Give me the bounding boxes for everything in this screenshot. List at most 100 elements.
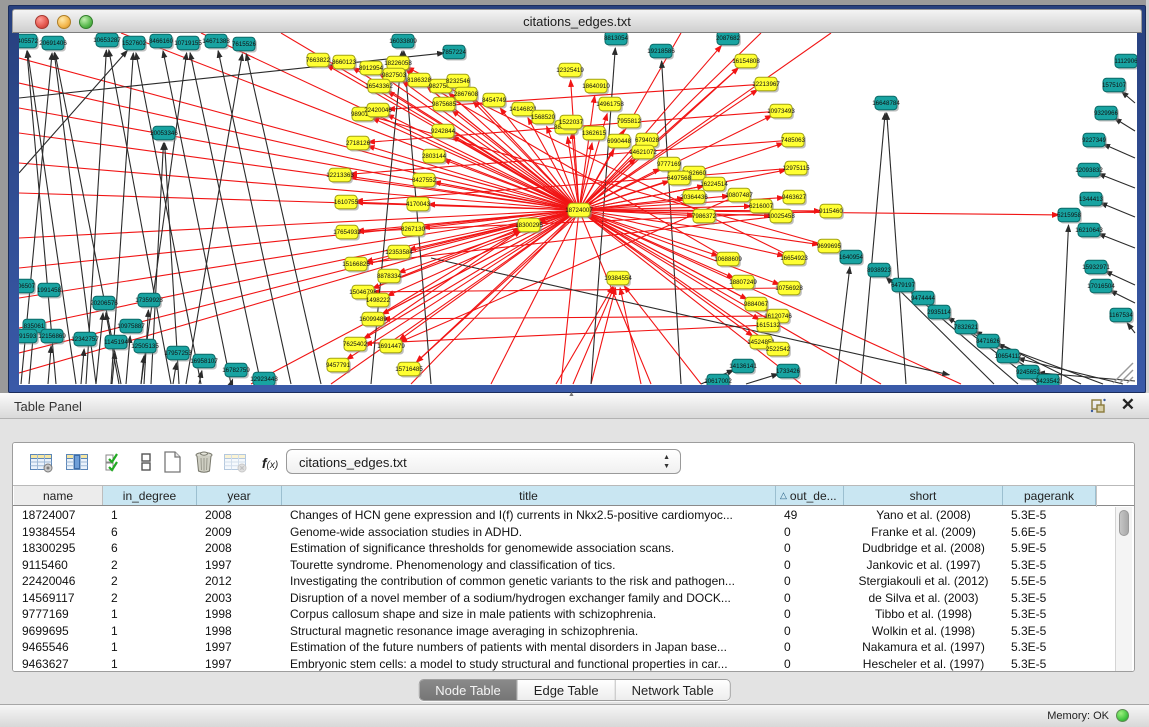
selected-node[interactable]: 4170043 bbox=[406, 197, 431, 212]
node[interactable]: 6479197 bbox=[891, 278, 916, 293]
selected-node[interactable]: 6990448 bbox=[607, 134, 632, 149]
selected-edge[interactable] bbox=[379, 74, 579, 210]
edge[interactable] bbox=[746, 374, 778, 384]
selected-node[interactable]: 22420046 bbox=[364, 103, 392, 118]
tab-node-table[interactable]: Node Table bbox=[419, 680, 518, 700]
selected-node[interactable]: 2803144 bbox=[422, 149, 447, 164]
selected-node[interactable]: 10688609 bbox=[714, 252, 742, 267]
node[interactable]: 1575107 bbox=[1102, 78, 1127, 93]
selected-node[interactable]: 18300295 bbox=[515, 218, 543, 233]
edge[interactable] bbox=[141, 53, 187, 384]
node[interactable]: 14671388 bbox=[202, 34, 230, 49]
selected-node[interactable]: 14621072 bbox=[629, 145, 657, 160]
selected-edge[interactable] bbox=[556, 287, 613, 384]
selected-edge[interactable] bbox=[579, 210, 801, 384]
selected-node[interactable]: 7986372 bbox=[692, 209, 717, 224]
node[interactable]: 16648784 bbox=[872, 96, 900, 111]
network-graph[interactable]: 1872400776638228660123891295418226058982… bbox=[19, 33, 1137, 385]
selected-node[interactable]: 10807487 bbox=[725, 188, 753, 203]
selected-node[interactable]: 7485063 bbox=[781, 133, 806, 148]
node[interactable]: 17016504 bbox=[1087, 279, 1115, 294]
node[interactable]: 1991458 bbox=[37, 283, 62, 298]
selected-node[interactable]: 16099489 bbox=[359, 312, 387, 327]
table-row[interactable]: 969969511998Structural magnetic resonanc… bbox=[13, 623, 1108, 640]
selected-node[interactable]: 16914479 bbox=[377, 339, 405, 354]
table-row[interactable]: 1872400712008Changes of HCN gene express… bbox=[13, 507, 1108, 524]
node[interactable]: 7832621 bbox=[954, 320, 979, 335]
selected-node[interactable]: 1610755 bbox=[334, 195, 359, 210]
scrollbar-thumb[interactable] bbox=[1119, 510, 1129, 536]
node[interactable]: 14136141 bbox=[729, 359, 757, 374]
selected-edge[interactable] bbox=[383, 316, 778, 319]
column-header-name[interactable]: name bbox=[14, 486, 103, 505]
edge[interactable] bbox=[1110, 290, 1135, 303]
node[interactable]: 2935114 bbox=[927, 305, 952, 320]
node[interactable]: 1640954 bbox=[839, 250, 864, 265]
new-column-button[interactable] bbox=[157, 450, 187, 478]
node[interactable]: 16958107 bbox=[190, 354, 218, 369]
node[interactable]: 7857224 bbox=[442, 45, 467, 60]
node[interactable]: 8813054 bbox=[604, 33, 629, 47]
node[interactable]: 1733426 bbox=[776, 364, 801, 379]
node[interactable]: 5215958 bbox=[1057, 208, 1082, 223]
column-visibility-button[interactable] bbox=[63, 450, 93, 478]
select-all-button[interactable] bbox=[99, 450, 129, 478]
table-settings-button[interactable] bbox=[27, 450, 57, 478]
node[interactable]: 7615526 bbox=[232, 37, 257, 52]
selected-node[interactable]: 20364436 bbox=[680, 190, 708, 205]
edge[interactable] bbox=[836, 267, 850, 384]
column-header-out_de[interactable]: △out_de... bbox=[776, 486, 844, 505]
table-row[interactable]: 1830029562008Estimation of significance … bbox=[13, 540, 1108, 557]
selected-node[interactable]: 12353584 bbox=[385, 245, 413, 260]
function-builder-button[interactable]: f(x) bbox=[255, 450, 285, 478]
selected-node[interactable]: 9457791 bbox=[326, 358, 351, 373]
node[interactable]: 2087682 bbox=[716, 33, 741, 47]
table-row[interactable]: 1456911722003Disruption of a novel membe… bbox=[13, 590, 1108, 607]
node[interactable]: 16782759 bbox=[222, 363, 250, 378]
edge[interactable] bbox=[1061, 225, 1069, 384]
selected-edge[interactable] bbox=[19, 210, 579, 238]
selected-node[interactable]: 16224514 bbox=[700, 177, 728, 192]
node[interactable]: 17957253 bbox=[164, 346, 192, 361]
selected-node[interactable]: 16543362 bbox=[365, 79, 393, 94]
node[interactable]: 20053346 bbox=[150, 126, 178, 141]
selected-node[interactable]: 10025458 bbox=[767, 209, 795, 224]
tab-network-table[interactable]: Network Table bbox=[616, 680, 730, 700]
node[interactable]: 8938923 bbox=[867, 263, 892, 278]
node[interactable]: 20206576 bbox=[90, 296, 118, 311]
selected-edge[interactable] bbox=[399, 210, 579, 340]
table-select-dropdown[interactable]: citations_edges.txt ▲▼ bbox=[286, 449, 681, 474]
selected-node[interactable]: 2718126 bbox=[346, 136, 371, 151]
node[interactable]: 16210643 bbox=[1075, 223, 1103, 238]
selected-edge[interactable] bbox=[350, 140, 793, 174]
selected-node[interactable]: 2867608 bbox=[454, 87, 479, 102]
edge[interactable] bbox=[246, 54, 321, 384]
selected-node[interactable]: 18807249 bbox=[729, 275, 757, 290]
node[interactable]: 19218586 bbox=[647, 44, 675, 59]
splitter-handle-icon[interactable]: ▲ bbox=[568, 391, 575, 398]
selected-edge[interactable] bbox=[19, 163, 579, 210]
tab-edge-table[interactable]: Edge Table bbox=[518, 680, 616, 700]
edge[interactable] bbox=[136, 53, 201, 384]
selected-node[interactable]: 10973493 bbox=[767, 104, 795, 119]
selected-edge[interactable] bbox=[573, 287, 614, 384]
selected-node[interactable]: 1615132 bbox=[756, 318, 781, 333]
selected-node[interactable]: 2522542 bbox=[766, 342, 791, 357]
selected-node[interactable]: 19384554 bbox=[604, 271, 632, 286]
column-header-year[interactable]: year bbox=[197, 486, 282, 505]
node[interactable]: 10975887 bbox=[117, 319, 145, 334]
edge[interactable] bbox=[163, 51, 231, 384]
selected-node[interactable]: 1522037 bbox=[559, 115, 584, 130]
edge[interactable] bbox=[141, 356, 144, 384]
selected-node[interactable]: 6497568 bbox=[667, 171, 692, 186]
node[interactable]: 1527602 bbox=[122, 36, 147, 51]
column-header-title[interactable]: title bbox=[282, 486, 776, 505]
node[interactable]: 9227349 bbox=[1082, 133, 1107, 148]
edge[interactable] bbox=[887, 113, 906, 384]
edge[interactable] bbox=[1098, 234, 1135, 248]
selected-node[interactable]: 1498222 bbox=[366, 293, 391, 308]
table-row[interactable]: 2242004622012Investigating the contribut… bbox=[13, 573, 1108, 590]
close-panel-icon[interactable]: ✕ bbox=[1121, 395, 1135, 415]
node[interactable]: 10719155 bbox=[174, 36, 202, 51]
selected-node[interactable]: 16154808 bbox=[732, 54, 760, 69]
